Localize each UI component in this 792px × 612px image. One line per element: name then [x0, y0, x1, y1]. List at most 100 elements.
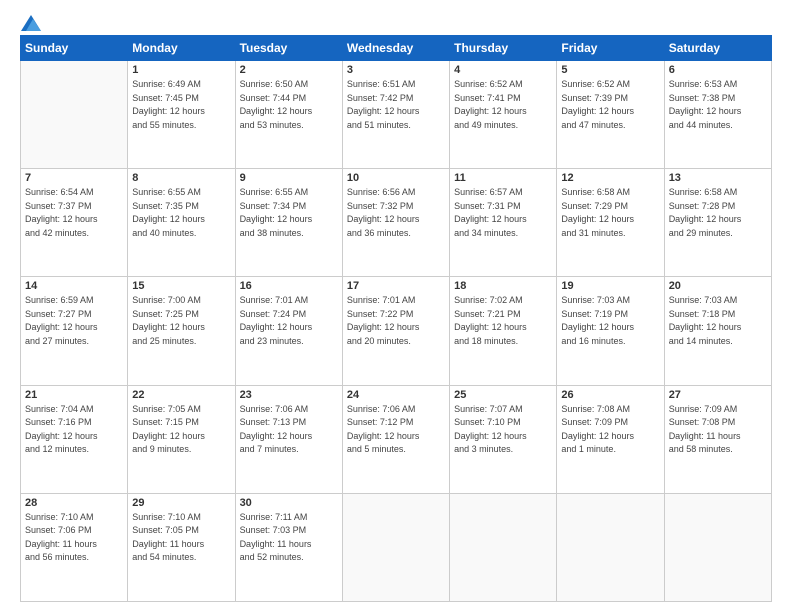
- day-number: 25: [454, 389, 552, 401]
- calendar-cell: 21 Sunrise: 7:04 AM Sunset: 7:16 PM Dayli…: [21, 385, 128, 493]
- calendar-cell: 23 Sunrise: 7:06 AM Sunset: 7:13 PM Dayli…: [235, 385, 342, 493]
- calendar-cell: [557, 493, 664, 601]
- calendar-cell: [21, 61, 128, 169]
- calendar-cell: 14Sunrise: 6:59 AM Sunset: 7:27 PM Dayli…: [21, 277, 128, 385]
- calendar-cell: 30 Sunrise: 7:11 AM Sunset: 7:03 PM Dayli…: [235, 493, 342, 601]
- day-number: 24: [347, 389, 445, 401]
- day-number: 18: [454, 280, 552, 292]
- calendar-cell: 1 Sunrise: 6:49 AM Sunset: 7:45 PM Daylig…: [128, 61, 235, 169]
- day-number: 7: [25, 172, 123, 184]
- day-number: 17: [347, 280, 445, 292]
- calendar-cell: 18 Sunrise: 7:02 AM Sunset: 7:21 PM Dayli…: [450, 277, 557, 385]
- calendar-cell: [664, 493, 771, 601]
- day-info: Sunrise: 6:52 AM Sunset: 7:39 PM Dayligh…: [561, 78, 659, 132]
- header: [20, 15, 772, 27]
- day-number: 15: [132, 280, 230, 292]
- weekday-header-sunday: Sunday: [21, 36, 128, 61]
- day-info: Sunrise: 7:08 AM Sunset: 7:09 PM Dayligh…: [561, 403, 659, 457]
- calendar-cell: 13 Sunrise: 6:58 AM Sunset: 7:28 PM Dayli…: [664, 169, 771, 277]
- calendar-cell: 9 Sunrise: 6:55 AM Sunset: 7:34 PM Daylig…: [235, 169, 342, 277]
- calendar-cell: 29 Sunrise: 7:10 AM Sunset: 7:05 PM Dayli…: [128, 493, 235, 601]
- day-info: Sunrise: 7:00 AM Sunset: 7:25 PM Dayligh…: [132, 294, 230, 348]
- weekday-header-thursday: Thursday: [450, 36, 557, 61]
- day-number: 11: [454, 172, 552, 184]
- weekday-header-wednesday: Wednesday: [342, 36, 449, 61]
- calendar-week-2: 7 Sunrise: 6:54 AM Sunset: 7:37 PM Daylig…: [21, 169, 772, 277]
- calendar-table: SundayMondayTuesdayWednesdayThursdayFrid…: [20, 35, 772, 602]
- calendar-cell: 11 Sunrise: 6:57 AM Sunset: 7:31 PM Dayli…: [450, 169, 557, 277]
- day-info: Sunrise: 6:58 AM Sunset: 7:28 PM Dayligh…: [669, 186, 767, 240]
- day-info: Sunrise: 7:10 AM Sunset: 7:06 PM Dayligh…: [25, 511, 123, 565]
- day-info: Sunrise: 7:10 AM Sunset: 7:05 PM Dayligh…: [132, 511, 230, 565]
- calendar-cell: 16Sunrise: 7:01 AM Sunset: 7:24 PM Dayli…: [235, 277, 342, 385]
- calendar-cell: 26 Sunrise: 7:08 AM Sunset: 7:09 PM Dayli…: [557, 385, 664, 493]
- day-info: Sunrise: 6:57 AM Sunset: 7:31 PM Dayligh…: [454, 186, 552, 240]
- calendar-cell: 2 Sunrise: 6:50 AM Sunset: 7:44 PM Daylig…: [235, 61, 342, 169]
- day-number: 10: [347, 172, 445, 184]
- day-info: Sunrise: 7:06 AM Sunset: 7:13 PM Dayligh…: [240, 403, 338, 457]
- calendar-cell: 5 Sunrise: 6:52 AM Sunset: 7:39 PM Daylig…: [557, 61, 664, 169]
- calendar-cell: 12 Sunrise: 6:58 AM Sunset: 7:29 PM Dayli…: [557, 169, 664, 277]
- calendar-cell: 6 Sunrise: 6:53 AM Sunset: 7:38 PM Daylig…: [664, 61, 771, 169]
- day-number: 12: [561, 172, 659, 184]
- day-info: Sunrise: 6:54 AM Sunset: 7:37 PM Dayligh…: [25, 186, 123, 240]
- day-info: Sunrise: 6:50 AM Sunset: 7:44 PM Dayligh…: [240, 78, 338, 132]
- day-info: Sunrise: 7:04 AM Sunset: 7:16 PM Dayligh…: [25, 403, 123, 457]
- weekday-header-tuesday: Tuesday: [235, 36, 342, 61]
- day-info: Sunrise: 7:05 AM Sunset: 7:15 PM Dayligh…: [132, 403, 230, 457]
- day-number: 5: [561, 64, 659, 76]
- day-number: 9: [240, 172, 338, 184]
- day-info: Sunrise: 7:07 AM Sunset: 7:10 PM Dayligh…: [454, 403, 552, 457]
- day-info: Sunrise: 7:11 AM Sunset: 7:03 PM Dayligh…: [240, 511, 338, 565]
- calendar-cell: 15 Sunrise: 7:00 AM Sunset: 7:25 PM Dayli…: [128, 277, 235, 385]
- calendar-cell: 7 Sunrise: 6:54 AM Sunset: 7:37 PM Daylig…: [21, 169, 128, 277]
- page: SundayMondayTuesdayWednesdayThursdayFrid…: [0, 0, 792, 612]
- day-info: Sunrise: 6:58 AM Sunset: 7:29 PM Dayligh…: [561, 186, 659, 240]
- calendar-week-1: 1 Sunrise: 6:49 AM Sunset: 7:45 PM Daylig…: [21, 61, 772, 169]
- day-number: 4: [454, 64, 552, 76]
- day-number: 13: [669, 172, 767, 184]
- day-info: Sunrise: 7:03 AM Sunset: 7:19 PM Dayligh…: [561, 294, 659, 348]
- day-info: Sunrise: 7:01 AM Sunset: 7:24 PM Dayligh…: [240, 294, 338, 348]
- day-info: Sunrise: 6:55 AM Sunset: 7:34 PM Dayligh…: [240, 186, 338, 240]
- day-number: 1: [132, 64, 230, 76]
- day-info: Sunrise: 6:59 AM Sunset: 7:27 PM Dayligh…: [25, 294, 123, 348]
- day-info: Sunrise: 6:49 AM Sunset: 7:45 PM Dayligh…: [132, 78, 230, 132]
- day-number: 23: [240, 389, 338, 401]
- day-info: Sunrise: 7:02 AM Sunset: 7:21 PM Dayligh…: [454, 294, 552, 348]
- calendar-cell: [450, 493, 557, 601]
- day-number: 3: [347, 64, 445, 76]
- calendar-cell: 10 Sunrise: 6:56 AM Sunset: 7:32 PM Dayli…: [342, 169, 449, 277]
- weekday-header-monday: Monday: [128, 36, 235, 61]
- day-number: 29: [132, 497, 230, 509]
- calendar-cell: 27 Sunrise: 7:09 AM Sunset: 7:08 PM Dayli…: [664, 385, 771, 493]
- day-info: Sunrise: 7:01 AM Sunset: 7:22 PM Dayligh…: [347, 294, 445, 348]
- day-number: 26: [561, 389, 659, 401]
- day-info: Sunrise: 6:56 AM Sunset: 7:32 PM Dayligh…: [347, 186, 445, 240]
- day-number: 20: [669, 280, 767, 292]
- calendar-week-4: 21 Sunrise: 7:04 AM Sunset: 7:16 PM Dayli…: [21, 385, 772, 493]
- day-number: 22: [132, 389, 230, 401]
- day-number: 27: [669, 389, 767, 401]
- calendar-cell: 24Sunrise: 7:06 AM Sunset: 7:12 PM Dayli…: [342, 385, 449, 493]
- calendar-cell: 19Sunrise: 7:03 AM Sunset: 7:19 PM Dayli…: [557, 277, 664, 385]
- day-number: 21: [25, 389, 123, 401]
- day-number: 2: [240, 64, 338, 76]
- day-info: Sunrise: 6:51 AM Sunset: 7:42 PM Dayligh…: [347, 78, 445, 132]
- calendar-cell: 4 Sunrise: 6:52 AM Sunset: 7:41 PM Daylig…: [450, 61, 557, 169]
- day-info: Sunrise: 6:52 AM Sunset: 7:41 PM Dayligh…: [454, 78, 552, 132]
- day-info: Sunrise: 7:09 AM Sunset: 7:08 PM Dayligh…: [669, 403, 767, 457]
- calendar-cell: 3 Sunrise: 6:51 AM Sunset: 7:42 PM Daylig…: [342, 61, 449, 169]
- calendar-cell: 28Sunrise: 7:10 AM Sunset: 7:06 PM Dayli…: [21, 493, 128, 601]
- calendar-cell: 8 Sunrise: 6:55 AM Sunset: 7:35 PM Daylig…: [128, 169, 235, 277]
- day-number: 30: [240, 497, 338, 509]
- day-info: Sunrise: 6:53 AM Sunset: 7:38 PM Dayligh…: [669, 78, 767, 132]
- calendar-week-3: 14Sunrise: 6:59 AM Sunset: 7:27 PM Dayli…: [21, 277, 772, 385]
- calendar-cell: [342, 493, 449, 601]
- day-number: 6: [669, 64, 767, 76]
- calendar-cell: 22 Sunrise: 7:05 AM Sunset: 7:15 PM Dayli…: [128, 385, 235, 493]
- day-info: Sunrise: 6:55 AM Sunset: 7:35 PM Dayligh…: [132, 186, 230, 240]
- day-number: 8: [132, 172, 230, 184]
- weekday-header-saturday: Saturday: [664, 36, 771, 61]
- day-info: Sunrise: 7:03 AM Sunset: 7:18 PM Dayligh…: [669, 294, 767, 348]
